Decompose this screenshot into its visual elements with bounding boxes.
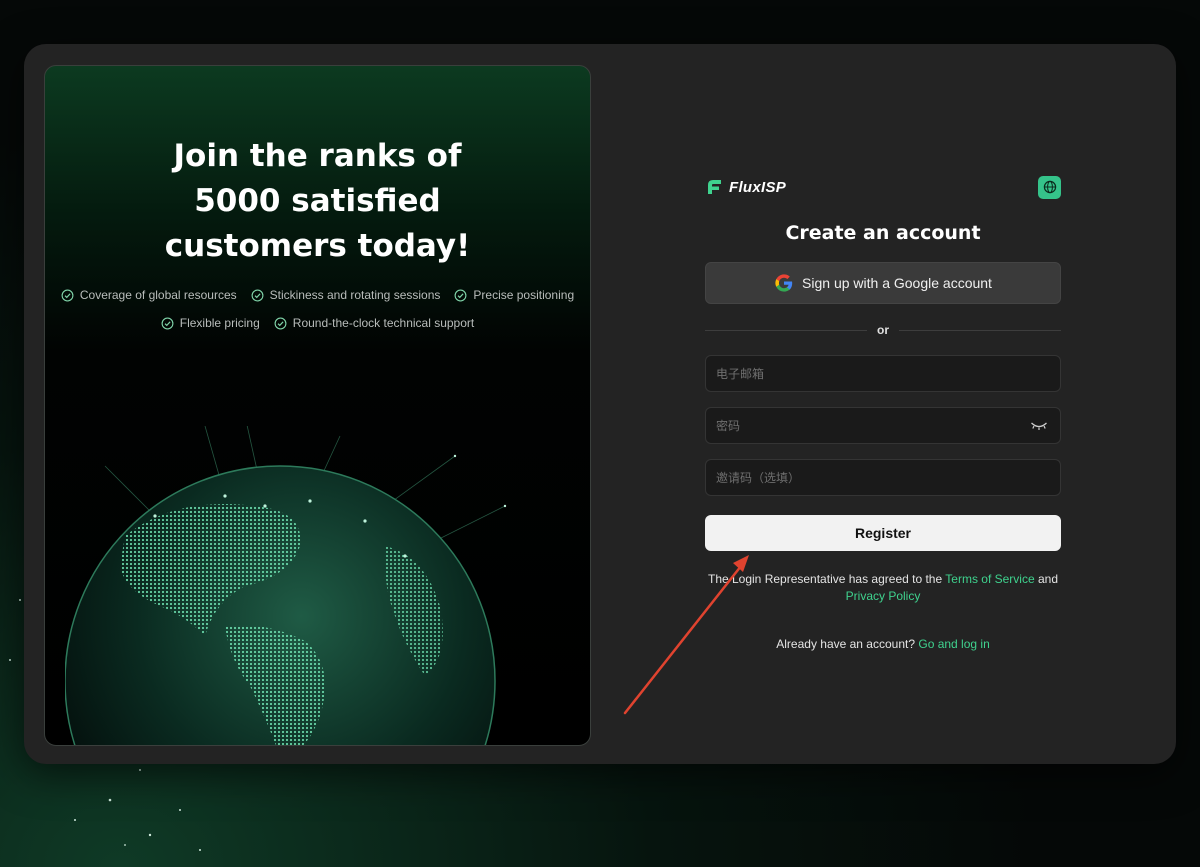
check-circle-icon <box>61 289 74 301</box>
feature-item: Stickiness and rotating sessions <box>251 288 441 302</box>
feature-item: Round-the-clock technical support <box>274 316 474 330</box>
logo: FluxISP <box>705 178 786 196</box>
feature-label: Precise positioning <box>473 288 575 302</box>
globe-icon <box>1043 180 1056 194</box>
terms-notice: The Login Representative has agreed to t… <box>705 571 1061 605</box>
feature-label: Stickiness and rotating sessions <box>269 288 441 302</box>
check-circle-icon <box>161 317 174 329</box>
hero-title: Join the ranks of 5000 satisfied custome… <box>164 138 471 264</box>
feature-item: Flexible pricing <box>161 316 260 330</box>
password-input[interactable] <box>706 408 1060 443</box>
google-icon <box>775 274 793 292</box>
fluxisp-logo-icon <box>708 180 721 194</box>
feature-label: Coverage of global resources <box>79 288 237 302</box>
feature-item: Precise positioning <box>454 288 574 302</box>
feature-item: Coverage of global resources <box>61 288 237 302</box>
check-circle-icon <box>251 289 264 301</box>
brand-row: FluxISP <box>705 170 1061 204</box>
signup-form: FluxISP Create an account Sign up with a… <box>705 170 1061 651</box>
email-field-wrapper <box>705 355 1061 392</box>
terms-and: and <box>1037 572 1059 586</box>
google-signup-label: Sign up with a Google account <box>802 275 992 291</box>
feature-label: Round-the-clock technical support <box>292 316 475 330</box>
language-button[interactable] <box>1038 175 1061 199</box>
divider-label: or <box>877 323 889 337</box>
terms-prefix: The Login Representative has agreed to t… <box>707 572 943 586</box>
divider-line <box>705 329 867 331</box>
password-field-wrapper <box>705 407 1061 444</box>
feature-row-1: Coverage of global resources Stickiness … <box>45 288 590 302</box>
check-circle-icon <box>274 317 287 329</box>
go-login-link[interactable]: Go and log in <box>918 637 989 651</box>
brand-name: FluxISP <box>729 178 787 196</box>
email-input[interactable] <box>706 356 1060 391</box>
invite-code-field-wrapper <box>705 459 1061 496</box>
login-prompt-row: Already have an account? Go and log in <box>705 637 1061 651</box>
invite-code-input[interactable] <box>706 460 1060 495</box>
feature-label: Flexible pricing <box>179 316 260 330</box>
hero-panel: Join the ranks of 5000 satisfied custome… <box>44 65 591 746</box>
or-divider: or <box>705 323 1061 337</box>
check-circle-icon <box>454 289 467 301</box>
feature-list: Coverage of global resources Stickiness … <box>45 288 590 344</box>
feature-row-2: Flexible pricing Round-the-clock technic… <box>45 316 590 330</box>
privacy-policy-link[interactable]: Privacy Policy <box>846 589 921 603</box>
terms-of-service-link[interactable]: Terms of Service <box>945 572 1034 586</box>
eye-closed-icon[interactable] <box>1030 420 1048 432</box>
divider-line <box>899 329 1061 331</box>
register-button[interactable]: Register <box>705 515 1061 551</box>
login-prompt: Already have an account? <box>776 637 916 651</box>
form-title: Create an account <box>785 222 981 244</box>
google-signup-button[interactable]: Sign up with a Google account <box>705 262 1061 304</box>
globe-illustration <box>65 426 507 745</box>
